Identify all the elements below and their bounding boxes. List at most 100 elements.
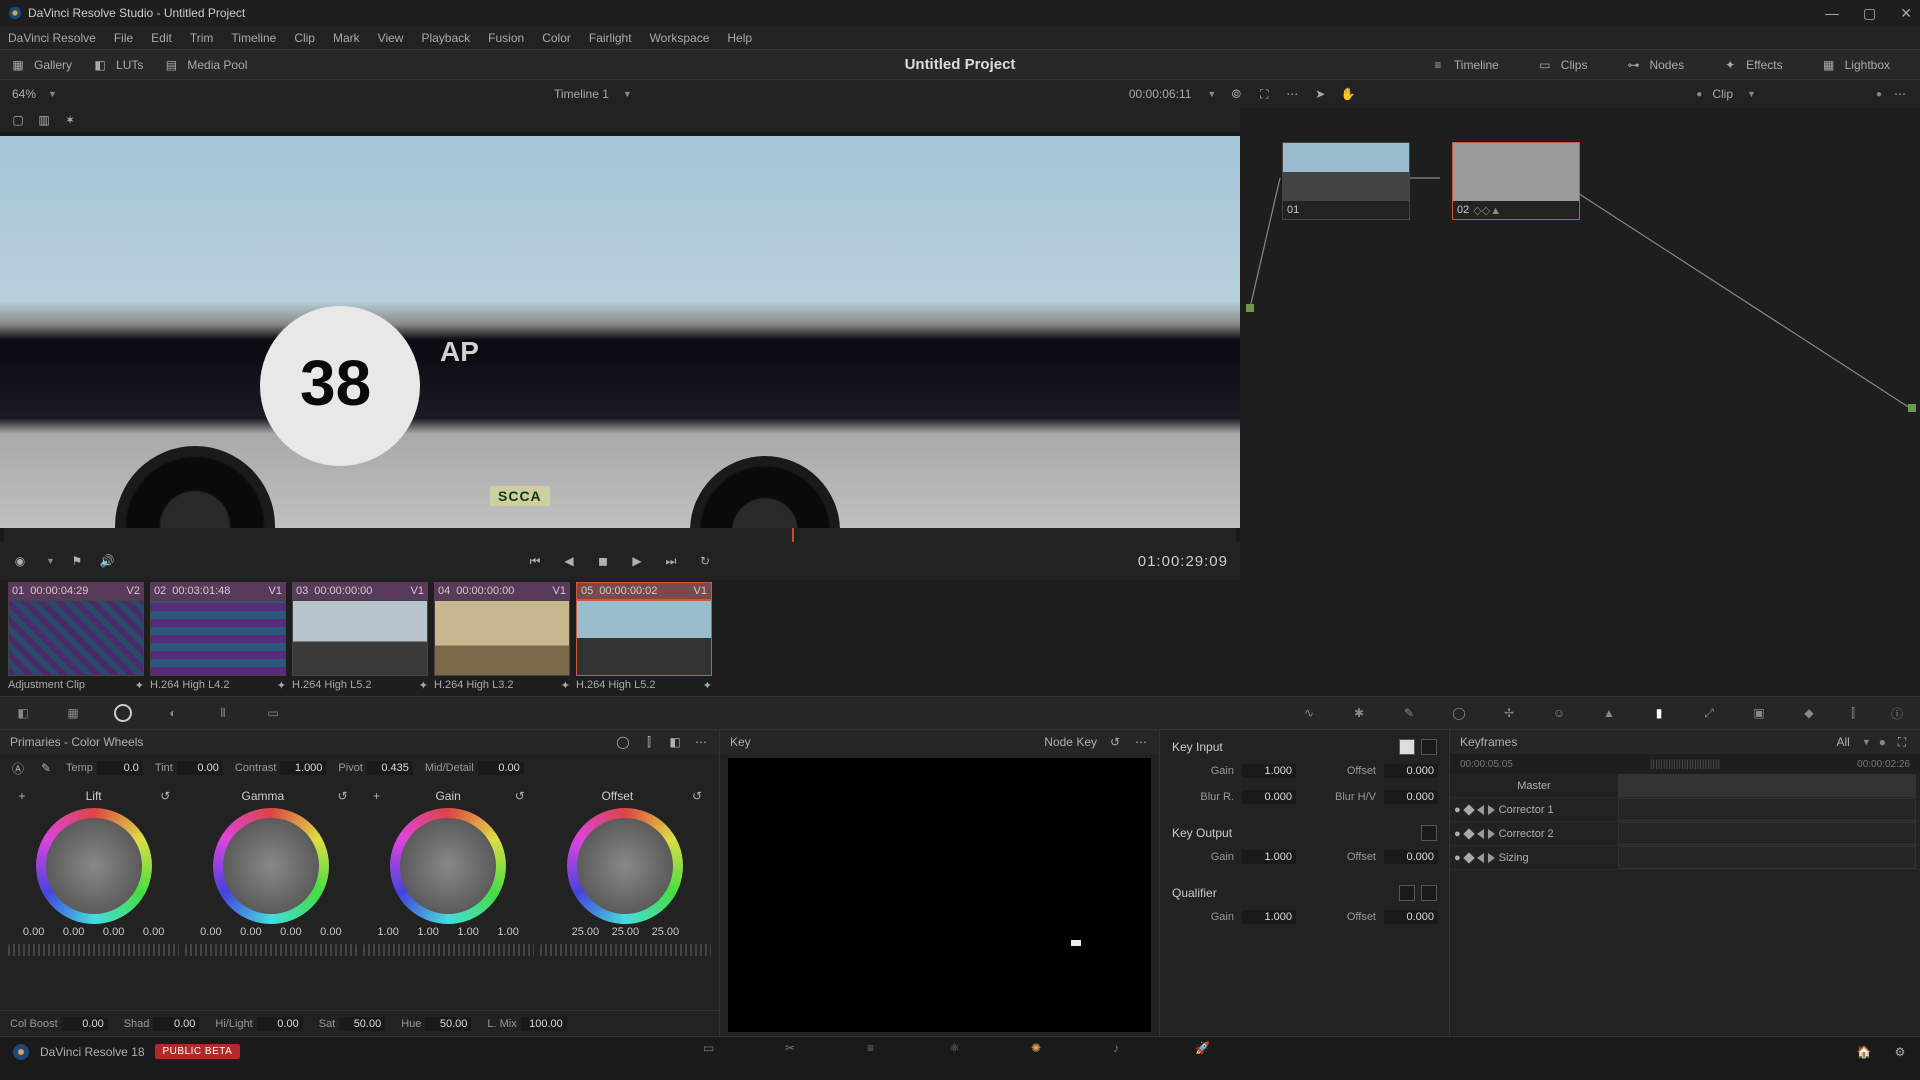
window-icon[interactable]: ◯ xyxy=(1448,702,1470,724)
temp-value[interactable]: 0.0 xyxy=(97,761,143,775)
tracking-icon[interactable]: ✢ xyxy=(1498,702,1520,724)
kf-master-row[interactable]: Master xyxy=(1450,774,1920,798)
minimize-icon[interactable]: — xyxy=(1825,5,1839,22)
kf-ruler[interactable]: 00:00:05:05 ||||||||||||||||||||||||||| … xyxy=(1450,754,1920,774)
bars-mode-icon[interactable]: ⫿ xyxy=(641,734,657,750)
expand-icon[interactable]: ⛶ xyxy=(1894,734,1910,750)
kf-sizing-row[interactable]: ●Sizing xyxy=(1450,846,1920,870)
highlight-icon[interactable]: ✶ xyxy=(62,112,78,128)
keyin-blurr[interactable]: 0.000 xyxy=(1242,790,1296,804)
splitscreen-icon[interactable]: ▥ xyxy=(36,112,52,128)
viewer-timecode[interactable]: 00:00:06:11 xyxy=(1129,87,1192,101)
sizing-icon[interactable]: ⤢ xyxy=(1698,702,1720,724)
fairlight-page-icon[interactable]: ♪ xyxy=(1113,1041,1135,1063)
pick-white-icon[interactable]: + xyxy=(369,788,385,804)
wheels-icon[interactable] xyxy=(112,702,134,724)
lift-jog[interactable] xyxy=(8,944,179,956)
node-01[interactable]: 01 xyxy=(1282,142,1410,220)
color-match-icon[interactable]: ▦ xyxy=(62,702,84,724)
bsm-icon[interactable]: ▲ xyxy=(1598,702,1620,724)
gallery-button[interactable]: ▦Gallery xyxy=(10,57,72,73)
menu-fairlight[interactable]: Fairlight xyxy=(589,31,632,45)
cut-page-icon[interactable]: ✂ xyxy=(785,1041,807,1063)
reset-icon[interactable]: ↺ xyxy=(335,788,351,804)
clip-05[interactable]: 0500:00:00:02V1 H.264 High L5.2✦ xyxy=(576,582,712,694)
menu-file[interactable]: File xyxy=(114,31,133,45)
color-page-icon[interactable]: ✺ xyxy=(1031,1041,1053,1063)
pick-black-icon[interactable]: + xyxy=(14,788,30,804)
reset-icon[interactable]: ↺ xyxy=(512,788,528,804)
info-icon[interactable]: ⓘ xyxy=(1886,702,1908,724)
invert-toggle-icon[interactable] xyxy=(1421,739,1437,755)
menu-color[interactable]: Color xyxy=(542,31,571,45)
node-graph[interactable]: 01 02 ◇◇▲ xyxy=(1240,108,1920,580)
log-mode-icon[interactable]: ◧ xyxy=(667,734,683,750)
flag-icon[interactable]: ⚑ xyxy=(69,553,85,569)
menu-clip[interactable]: Clip xyxy=(294,31,315,45)
pick-color-icon[interactable]: ◉ xyxy=(12,553,28,569)
pivot-value[interactable]: 0.435 xyxy=(367,761,413,775)
wheel-mode-icon[interactable]: ◯ xyxy=(615,734,631,750)
menu-view[interactable]: View xyxy=(378,31,404,45)
shad-value[interactable]: 0.00 xyxy=(153,1017,199,1031)
menu-workspace[interactable]: Workspace xyxy=(650,31,710,45)
menu-timeline[interactable]: Timeline xyxy=(231,31,276,45)
menu-trim[interactable]: Trim xyxy=(190,31,214,45)
menu-help[interactable]: Help xyxy=(727,31,752,45)
viewer-scrubber[interactable] xyxy=(4,528,1236,542)
timeline-button[interactable]: ≡Timeline xyxy=(1430,57,1499,73)
first-frame-icon[interactable]: ⏮ xyxy=(527,553,543,569)
close-icon[interactable]: ✕ xyxy=(1900,5,1912,22)
clip-02[interactable]: 0200:03:01:48V1 H.264 High L4.2✦ xyxy=(150,582,286,694)
options-icon[interactable]: ⋯ xyxy=(693,734,709,750)
q-matte-icon[interactable] xyxy=(1399,885,1415,901)
gain-wheel[interactable]: +Gain↺ 1.001.001.001.00 xyxy=(363,786,534,1006)
deliver-page-icon[interactable]: 🚀 xyxy=(1195,1041,1217,1063)
curves-icon[interactable]: ∿ xyxy=(1298,702,1320,724)
loop-icon[interactable]: ↻ xyxy=(697,553,713,569)
kf-toggle-icon[interactable]: ◆ xyxy=(1798,702,1820,724)
zoom-dropdown[interactable]: 64%▼ xyxy=(12,87,57,101)
clip-01[interactable]: 0100:00:04:29V2 Adjustment Clip✦ xyxy=(8,582,144,694)
node-02[interactable]: 02 ◇◇▲ xyxy=(1452,142,1580,220)
kf-corrector2-row[interactable]: ●Corrector 2 xyxy=(1450,822,1920,846)
tint-value[interactable]: 0.00 xyxy=(177,761,223,775)
q-offset[interactable]: 0.000 xyxy=(1384,910,1438,924)
mediapool-button[interactable]: ▤Media Pool xyxy=(163,57,247,73)
menu-edit[interactable]: Edit xyxy=(151,31,172,45)
options-icon[interactable]: ⋯ xyxy=(1133,734,1149,750)
hilight-value[interactable]: 0.00 xyxy=(257,1017,303,1031)
expand-icon[interactable]: ⛶ xyxy=(1256,86,1272,102)
timeline-name[interactable]: Timeline 1 xyxy=(554,87,609,101)
kf-corrector1-row[interactable]: ●Corrector 1 xyxy=(1450,798,1920,822)
options-icon[interactable]: ⋯ xyxy=(1284,86,1300,102)
q-invert-icon[interactable] xyxy=(1421,885,1437,901)
lightbox-button[interactable]: ▦Lightbox xyxy=(1821,57,1890,73)
step-back-icon[interactable]: ◀ xyxy=(561,553,577,569)
effects-button[interactable]: ✦Effects xyxy=(1722,57,1782,73)
keyout-gain[interactable]: 1.000 xyxy=(1242,850,1296,864)
clip-04[interactable]: 0400:00:00:00V1 H.264 High L3.2✦ xyxy=(434,582,570,694)
transport-timecode[interactable]: 01:00:29:09 xyxy=(1138,553,1228,570)
hand-icon[interactable]: ✋ xyxy=(1340,86,1356,102)
reset-icon[interactable]: ↺ xyxy=(1107,734,1123,750)
media-page-icon[interactable]: ▭ xyxy=(703,1041,725,1063)
maximize-icon[interactable]: ▢ xyxy=(1863,5,1876,22)
bypass-icon[interactable]: ⦾ xyxy=(1228,86,1244,102)
q-gain[interactable]: 1.000 xyxy=(1242,910,1296,924)
fusion-page-icon[interactable]: ⚛ xyxy=(949,1041,971,1063)
menu-fusion[interactable]: Fusion xyxy=(488,31,524,45)
scopes-icon[interactable]: ⫿ xyxy=(1842,702,1864,724)
imagewipe-icon[interactable]: ▢ xyxy=(10,112,26,128)
sat-value[interactable]: 50.00 xyxy=(339,1017,385,1031)
invert-out-icon[interactable] xyxy=(1421,825,1437,841)
stop-icon[interactable]: ◼ xyxy=(595,553,611,569)
camera-raw-icon[interactable]: ◧ xyxy=(12,702,34,724)
middetail-value[interactable]: 0.00 xyxy=(478,761,524,775)
menu-playback[interactable]: Playback xyxy=(421,31,470,45)
auto-balance-icon[interactable]: Ⓐ xyxy=(10,760,26,776)
pick-wb-icon[interactable]: ✎ xyxy=(38,760,54,776)
clip-03[interactable]: 0300:00:00:00V1 H.264 High L5.2✦ xyxy=(292,582,428,694)
mute-icon[interactable]: 🔊 xyxy=(99,553,115,569)
pointer-icon[interactable]: ➤ xyxy=(1312,86,1328,102)
